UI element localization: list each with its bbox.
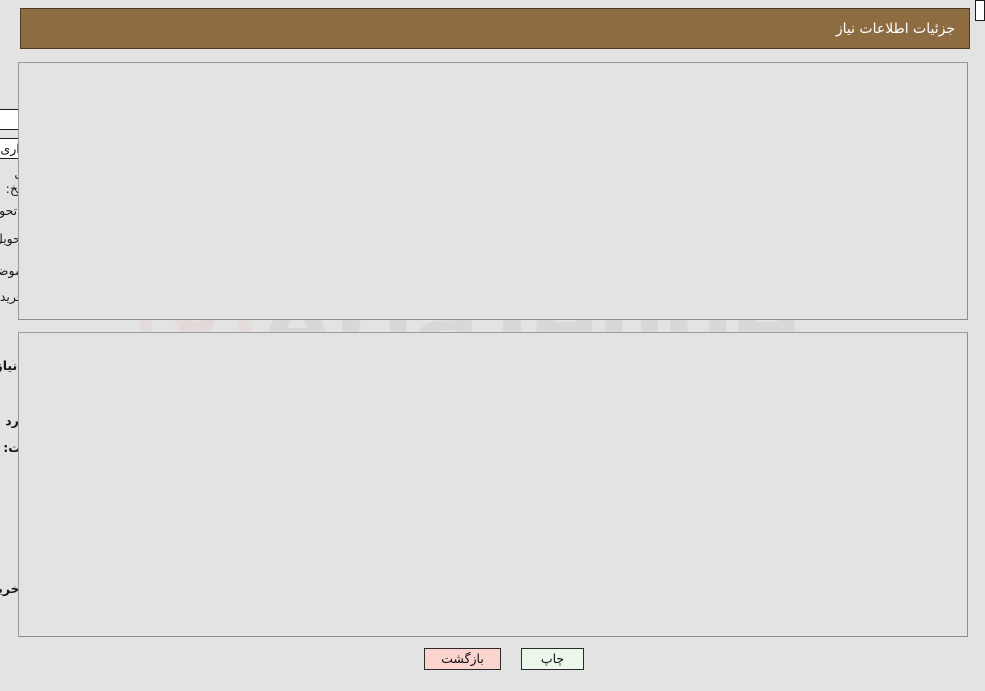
window-title-bar: جزئیات اطلاعات نیاز <box>20 8 970 49</box>
need-summary-panel <box>18 62 968 320</box>
page-root: AriaTender.net جزئیات اطلاعات نیاز شماره… <box>0 0 985 691</box>
page-title: جزئیات اطلاعات نیاز <box>835 20 955 37</box>
back-button[interactable]: بازگشت <box>424 648 501 670</box>
need-details-panel <box>18 332 968 637</box>
print-button[interactable]: چاپ <box>521 648 584 670</box>
